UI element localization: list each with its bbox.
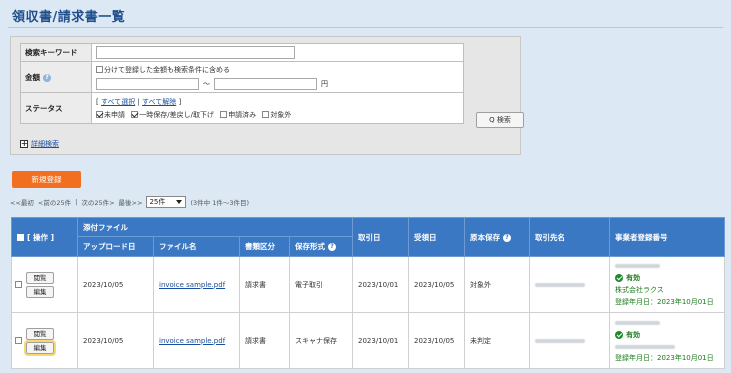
company-redacted [615, 344, 675, 349]
row-checkbox[interactable] [15, 337, 22, 344]
advanced-search-link[interactable]: 詳細検索 [31, 139, 59, 149]
status-checkbox-unapplied[interactable] [96, 111, 103, 118]
search-panel: 検索キーワード 金額? 分けて登録した金額も検索条件に含める ～ 円 ステータス [10, 36, 524, 155]
header-registration-no: 事業者登録番号 [609, 217, 725, 257]
header-storage-type: 保存形式? [289, 236, 353, 257]
cell-doc-type: 請求書 [239, 312, 290, 369]
help-icon[interactable]: ? [328, 243, 336, 251]
search-form-table: 検索キーワード 金額? 分けて登録した金額も検索条件に含める ～ 円 ステータス [20, 43, 464, 124]
table-row: 閲覧 編集 2023/10/05 invoice sample.pdf 請求書 … [11, 312, 725, 369]
header-storage-type-label: 保存形式 [295, 242, 325, 251]
cell-storage-type: スキャナ保存 [289, 312, 353, 369]
advanced-search[interactable]: + 詳細検索 [20, 139, 59, 149]
registration-status: 有効 [615, 330, 724, 340]
file-link[interactable]: invoice sample.pdf [159, 337, 225, 345]
per-page-select[interactable]: 25件 [146, 196, 187, 208]
keyword-input[interactable] [96, 46, 295, 59]
status-option-label: 申請済み [228, 110, 257, 119]
check-circle-icon [615, 274, 623, 282]
select-all-link[interactable]: すべて選択 [101, 98, 135, 106]
header-original-storage: 原本保存? [464, 217, 530, 257]
amount-tilde: ～ [203, 79, 210, 88]
cell-transaction-date: 2023/10/01 [352, 312, 409, 369]
registration-number-redacted [615, 264, 660, 268]
cell-upload-date: 2023/10/05 [77, 256, 154, 313]
status-option-label: 対象外 [270, 110, 292, 119]
title-divider [8, 27, 723, 28]
status-checkbox-excluded[interactable] [262, 111, 270, 118]
link-separator: | [137, 97, 140, 106]
status-checkbox-applied[interactable] [220, 111, 228, 118]
registration-date: 登録年月日：2023年10月01日 [615, 353, 714, 362]
header-file-name[interactable]: ファイル名 [153, 236, 240, 257]
plus-icon[interactable]: + [20, 140, 28, 148]
pager-separator: | [75, 198, 78, 206]
deselect-all-link[interactable]: すべて解除 [142, 98, 176, 106]
registration-number-redacted [615, 320, 660, 325]
header-counterparty[interactable]: 取引先名 [529, 217, 610, 257]
header-upload-date[interactable]: アップロード日 [77, 236, 154, 257]
header-action: [ 操作 ] [11, 217, 78, 257]
edit-button[interactable]: 編集 [24, 339, 56, 356]
cell-upload-date: 2023/10/05 [77, 312, 154, 369]
cell-original-storage: 未判定 [464, 312, 530, 369]
header-doc-type[interactable]: 書類区分 [239, 236, 290, 257]
header-original-storage-label: 原本保存 [470, 232, 500, 242]
header-action-label: [ 操作 ] [27, 232, 55, 242]
amount-split-label: 分けて登録した金額も検索条件に含める [104, 65, 230, 74]
keyword-label: 検索キーワード [20, 43, 92, 62]
registered-company: 株式会社ラクス [615, 286, 664, 294]
amount-max-input[interactable] [214, 77, 317, 90]
cell-original-storage: 対象外 [464, 256, 530, 313]
status-checkbox-draft[interactable] [131, 111, 139, 118]
amount-unit: 円 [321, 79, 328, 88]
pager-last[interactable]: 最後>> [119, 197, 143, 207]
pager-first[interactable]: <<最初 [10, 197, 34, 207]
new-registration-button[interactable]: 新規登録 [12, 171, 81, 188]
invoice-table: [ 操作 ] 添付ファイル 取引日 受領日 原本保存? 取引先名 事業者登録番号… [11, 217, 725, 369]
pager: <<最初 <前の25件 | 次の25件> 最後>> 25件 (3件中 1件～3件… [10, 196, 249, 208]
registration-status-label: 有効 [626, 330, 640, 339]
amount-label-cell: 金額? [20, 61, 92, 93]
select-all-checkbox[interactable] [17, 234, 24, 241]
cell-doc-type: 請求書 [239, 256, 290, 313]
view-button[interactable]: 閲覧 [26, 327, 54, 340]
cell-received-date: 2023/10/05 [408, 312, 465, 369]
amount-label: 金額 [25, 72, 40, 82]
pager-next[interactable]: 次の25件> [81, 197, 114, 207]
header-received-date[interactable]: 受領日 [408, 217, 465, 257]
check-circle-icon [615, 330, 623, 339]
counterparty-redacted [535, 338, 585, 343]
cell-received-date: 2023/10/05 [408, 256, 465, 313]
cell-storage-type: 電子取引 [289, 256, 353, 313]
amount-min-input[interactable] [96, 77, 199, 90]
page-title: 領収書/請求書一覧 [12, 10, 126, 25]
search-button[interactable]: Q 検索 [476, 112, 524, 128]
pager-prev[interactable]: <前の25件 [38, 197, 71, 207]
pager-summary: (3件中 1件～3件目) [190, 199, 249, 207]
header-transaction-date[interactable]: 取引日 [352, 217, 409, 257]
status-option-label: 一時保存/差戻し/取下げ [139, 110, 214, 119]
help-icon[interactable]: ? [43, 73, 51, 82]
help-icon[interactable]: ? [503, 233, 511, 242]
registration-status: 有効 [615, 273, 724, 283]
bracket-open: [ [96, 97, 99, 106]
registration-status-label: 有効 [626, 274, 640, 282]
counterparty-redacted [535, 282, 585, 287]
bracket-close: ] [178, 97, 182, 106]
amount-split-checkbox[interactable] [96, 66, 103, 73]
status-label: ステータス [20, 92, 92, 124]
view-button[interactable]: 閲覧 [26, 271, 54, 284]
table-row: 閲覧 編集 2023/10/05 invoice sample.pdf 請求書 … [11, 256, 725, 313]
file-link[interactable]: invoice sample.pdf [159, 281, 225, 289]
header-attachment: 添付ファイル [77, 217, 353, 237]
cell-transaction-date: 2023/10/01 [352, 256, 409, 313]
status-option-label: 未申請 [104, 110, 125, 119]
row-checkbox[interactable] [15, 281, 22, 288]
edit-button[interactable]: 編集 [26, 285, 54, 298]
registration-date: 登録年月日：2023年10月01日 [615, 298, 714, 306]
